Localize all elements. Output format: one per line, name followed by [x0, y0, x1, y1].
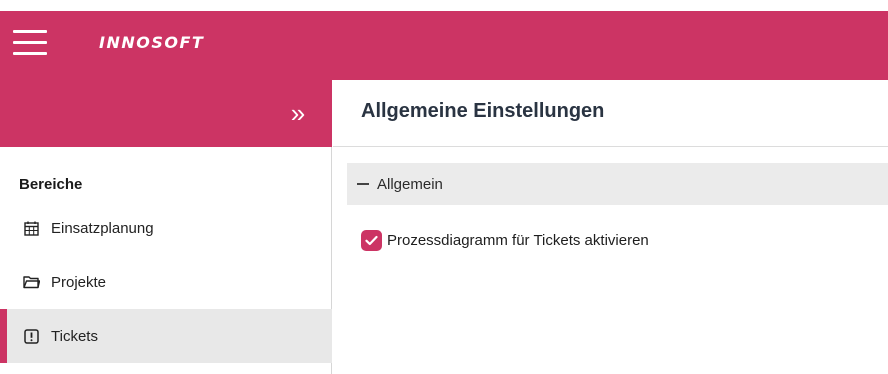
section-toggle-allgemein[interactable]: Allgemein: [347, 163, 888, 205]
sidebar-item-label: Projekte: [51, 273, 107, 291]
top-spacer: [0, 0, 888, 11]
sidebar-item-label: Tickets: [51, 327, 98, 345]
hamburger-menu-icon[interactable]: [13, 28, 47, 58]
sidebar-item-projekte[interactable]: Projekte: [0, 255, 332, 309]
checkbox-label: Prozessdiagramm für Tickets aktivieren: [387, 232, 649, 249]
folder-icon: [22, 275, 40, 289]
sidebar-item-einsatzplanung[interactable]: Einsatzplanung: [0, 201, 332, 255]
prozessdiagramm-checkbox[interactable]: [361, 230, 382, 251]
app-logo: INNOSOFT: [99, 33, 205, 52]
expand-sidebar-button[interactable]: »: [278, 96, 318, 130]
section-label: Allgemein: [377, 175, 443, 193]
calendar-icon: [22, 221, 40, 236]
checkmark-icon: [365, 235, 378, 246]
option-prozessdiagramm: Prozessdiagramm für Tickets aktivieren: [361, 230, 649, 251]
sidebar-item-tickets[interactable]: Tickets: [0, 309, 332, 363]
collapse-minus-icon: [357, 183, 369, 185]
page-title: Allgemeine Einstellungen: [361, 100, 605, 122]
sidebar-item-label: Einsatzplanung: [51, 219, 154, 237]
ticket-alert-icon: [22, 328, 40, 344]
sidebar-heading: Bereiche: [19, 176, 83, 193]
